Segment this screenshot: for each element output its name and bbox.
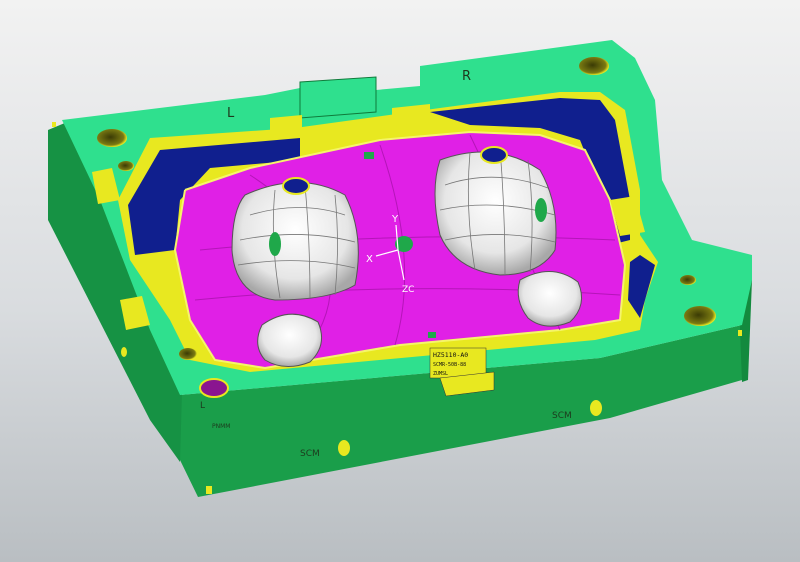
cavity-left-main <box>231 182 359 301</box>
front-hole-side <box>121 347 127 357</box>
bolt-hole-top-right <box>579 57 609 75</box>
bolt-hole-right-small <box>680 275 696 285</box>
insert-green-left <box>269 232 281 256</box>
engraving-right-mark: R <box>462 69 471 84</box>
triad-x-label: X <box>366 254 373 265</box>
bolt-hole-front-left <box>179 348 197 360</box>
top-notch-slot-left <box>270 115 302 135</box>
cad-viewport[interactable]: X Y ZC L R SCM SCM L PNMM HZ5110-A0 SCMR <box>0 0 800 562</box>
triad-z-label: ZC <box>402 285 414 295</box>
insert-blue-left <box>282 177 310 195</box>
engraving-front-left: SCM <box>300 449 320 459</box>
nameplate-line3: ZUMSL <box>433 371 448 377</box>
nameplate-line2: SCMR-50B-88 <box>433 362 466 368</box>
engraving-corner-mark: L <box>200 401 205 411</box>
engraving-front-right: SCM <box>552 411 572 421</box>
front-hole-right <box>590 400 602 416</box>
bolt-hole-left-small <box>118 161 134 171</box>
engraving-side-tag: PNMM <box>212 423 230 430</box>
bolt-hole-magenta <box>199 378 229 398</box>
cavity-left-lower <box>257 313 323 367</box>
triad-y-label: Y <box>391 214 399 225</box>
insert-green-right <box>535 198 547 222</box>
insert-blue-right <box>480 146 508 164</box>
bolt-hole-top-left <box>97 129 127 147</box>
mold-model[interactable]: X Y ZC L R SCM SCM L PNMM HZ5110-A0 SCMR <box>0 0 800 562</box>
top-notch-block <box>299 76 377 119</box>
bolt-hole-right <box>684 306 716 326</box>
engraving-left-mark: L <box>227 106 235 121</box>
nameplate-line1: HZ5110-A0 <box>433 351 468 359</box>
cavity-right-lower <box>517 271 583 327</box>
front-hole-left <box>338 440 350 456</box>
